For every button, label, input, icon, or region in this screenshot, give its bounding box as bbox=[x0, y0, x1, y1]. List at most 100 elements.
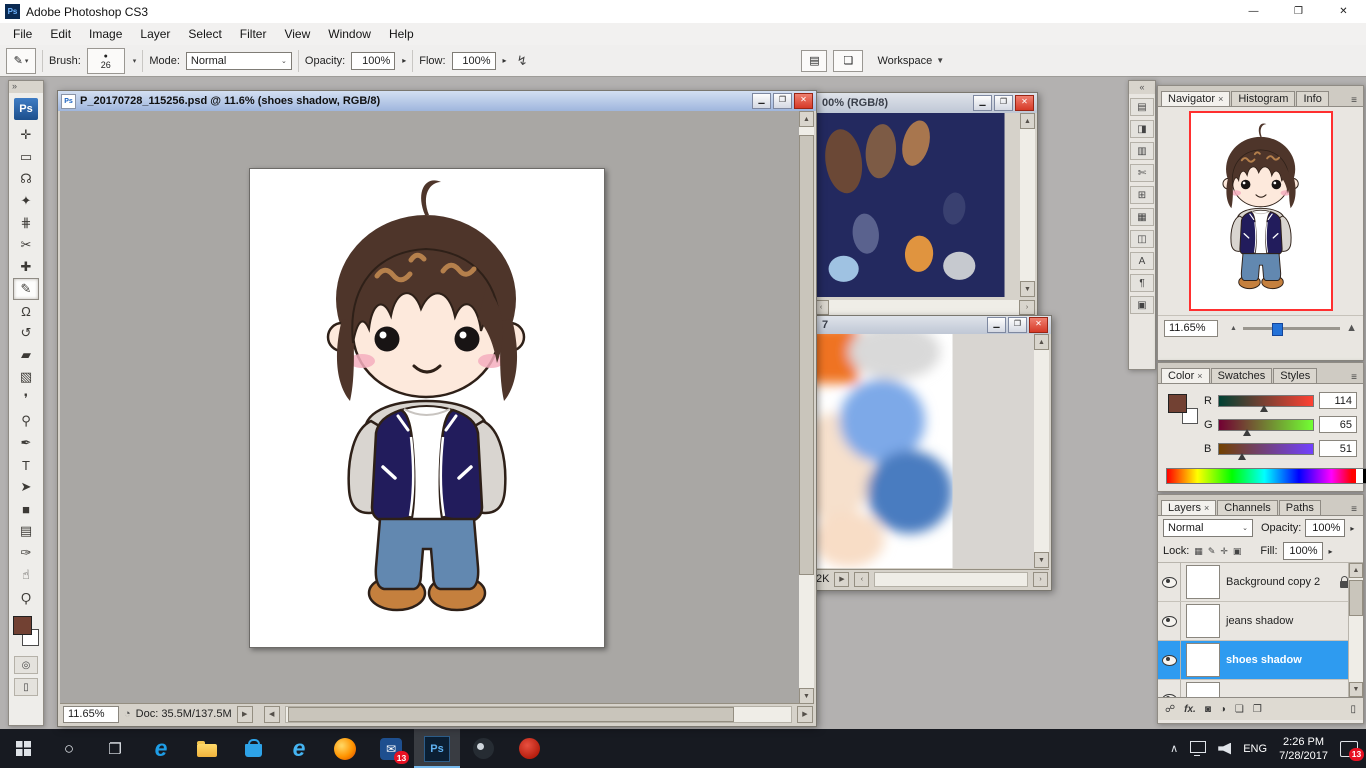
dock-panel-icon-7[interactable]: ◫ bbox=[1130, 230, 1154, 248]
scroll-up-icon[interactable]: ▲ bbox=[1349, 563, 1363, 578]
blue-slider[interactable] bbox=[1218, 443, 1314, 455]
toggle-palette-button[interactable]: ▤ bbox=[801, 50, 827, 72]
language-indicator[interactable]: ENG bbox=[1243, 743, 1267, 755]
steam-button[interactable] bbox=[460, 729, 506, 768]
doc3-titlebar[interactable]: 7 ▁ ❐ ✕ bbox=[811, 316, 1051, 334]
layer-thumbnail[interactable] bbox=[1186, 682, 1220, 697]
tab-navigator[interactable]: Navigator × bbox=[1161, 91, 1230, 106]
minimize-button[interactable]: — bbox=[1231, 0, 1276, 23]
layer-opacity-input[interactable]: 100% bbox=[1305, 519, 1345, 537]
zoom-tool-button[interactable]: Ϙ bbox=[13, 586, 39, 608]
canvas[interactable] bbox=[249, 168, 605, 648]
dock-panel-icon-3[interactable]: ▥ bbox=[1130, 142, 1154, 160]
brush-tool-button[interactable]: ✎ bbox=[13, 278, 39, 300]
quick-mask-button[interactable]: ◎ bbox=[14, 656, 38, 674]
lock-all-icon[interactable]: ▣ bbox=[1233, 546, 1242, 557]
close-button[interactable]: ✕ bbox=[1321, 0, 1366, 23]
navigator-zoom-input[interactable]: 11.65% bbox=[1164, 320, 1218, 337]
navigator-zoom-slider[interactable] bbox=[1243, 327, 1340, 330]
zoom-level-input[interactable]: 11.65% bbox=[63, 706, 119, 723]
layer-fill-input[interactable]: 100% bbox=[1283, 542, 1323, 560]
scroll-up-icon[interactable]: ▲ bbox=[1020, 113, 1035, 129]
layer-thumbnail[interactable] bbox=[1186, 604, 1220, 638]
menu-view[interactable]: View bbox=[275, 27, 319, 41]
brush-preset-picker[interactable]: ● 26 bbox=[87, 48, 125, 74]
layer-row-jeans-shadow[interactable]: jeans shadow bbox=[1158, 602, 1363, 641]
doc2-canvas[interactable] bbox=[813, 113, 1005, 297]
layer-visibility-toggle[interactable] bbox=[1158, 602, 1181, 640]
flow-input[interactable]: 100% bbox=[452, 52, 496, 70]
layer-row-partial[interactable] bbox=[1158, 680, 1363, 697]
slider-thumb[interactable] bbox=[1272, 323, 1283, 336]
status-menu-arrow[interactable]: ▶ bbox=[237, 706, 253, 723]
tab-color[interactable]: Color × bbox=[1161, 368, 1210, 383]
doc2-horizontal-scrollbar[interactable]: ‹ › bbox=[813, 300, 1035, 315]
photoshop-taskbar-button[interactable]: Ps bbox=[414, 729, 460, 768]
menu-filter[interactable]: Filter bbox=[231, 27, 276, 41]
green-slider[interactable] bbox=[1218, 419, 1314, 431]
scroll-left-icon[interactable]: ‹ bbox=[854, 572, 869, 587]
layer-style-icon[interactable]: fx. bbox=[1184, 704, 1196, 715]
workspace-button[interactable]: Workspace ▼ bbox=[877, 55, 944, 67]
lock-transparency-icon[interactable]: ▦ bbox=[1194, 546, 1203, 557]
opacity-slider-arrow[interactable]: ▸ bbox=[402, 56, 406, 65]
file-explorer-button[interactable] bbox=[184, 729, 230, 768]
tab-styles[interactable]: Styles bbox=[1273, 368, 1317, 383]
foreground-color-swatch[interactable] bbox=[13, 616, 32, 635]
tab-layers[interactable]: Layers × bbox=[1161, 500, 1216, 515]
menu-select[interactable]: Select bbox=[179, 27, 230, 41]
pen-tool-button[interactable]: ✒ bbox=[13, 432, 39, 454]
layers-scrollbar[interactable]: ▲ ▼ bbox=[1348, 563, 1363, 697]
eyedropper-tool-button[interactable]: ✑ bbox=[13, 542, 39, 564]
new-layer-icon[interactable]: ❐ bbox=[1253, 704, 1262, 715]
dock-panel-icon-5[interactable]: ⊞ bbox=[1130, 186, 1154, 204]
shape-tool-button[interactable]: ■ bbox=[13, 498, 39, 520]
slider-thumb[interactable] bbox=[1243, 429, 1251, 436]
doc2-vertical-scrollbar[interactable]: ▲ ▼ bbox=[1020, 113, 1035, 297]
quick-selection-tool-button[interactable]: ✦ bbox=[13, 190, 39, 212]
tab-paths[interactable]: Paths bbox=[1279, 500, 1321, 515]
maximize-button[interactable]: ❐ bbox=[1276, 0, 1321, 23]
link-layers-icon[interactable]: ☍ bbox=[1165, 704, 1175, 715]
lasso-tool-button[interactable]: ☊ bbox=[13, 168, 39, 190]
eraser-tool-button[interactable]: ▰ bbox=[13, 344, 39, 366]
layer-thumbnail[interactable] bbox=[1186, 643, 1220, 677]
scroll-up-icon[interactable]: ▲ bbox=[799, 111, 814, 127]
status-menu-arrow[interactable]: ▶ bbox=[834, 572, 849, 587]
scroll-up-icon[interactable]: ▲ bbox=[1034, 334, 1049, 350]
doc-close-button[interactable]: ✕ bbox=[794, 93, 813, 109]
doc2-titlebar[interactable]: 00% (RGB/8) ▁ ❐ ✕ bbox=[811, 93, 1037, 113]
action-center-button[interactable]: 13 bbox=[1340, 741, 1358, 757]
type-tool-button[interactable]: T bbox=[13, 454, 39, 476]
move-tool-button[interactable]: ✛ bbox=[13, 124, 39, 146]
slider-thumb[interactable] bbox=[1260, 405, 1268, 412]
tray-expand-icon[interactable]: ∧ bbox=[1170, 742, 1178, 755]
navigator-view-box[interactable] bbox=[1189, 111, 1333, 311]
character-panel-icon[interactable]: A bbox=[1130, 252, 1154, 270]
tab-swatches[interactable]: Swatches bbox=[1211, 368, 1273, 383]
mail-button[interactable]: ✉ 13 bbox=[368, 729, 414, 768]
tab-channels[interactable]: Channels bbox=[1217, 500, 1277, 515]
doc3-vertical-scrollbar[interactable]: ▲ ▼ bbox=[1034, 334, 1049, 568]
zoom-out-icon[interactable]: ▲ bbox=[1230, 325, 1237, 332]
layer-row-shoes-shadow[interactable]: shoes shadow bbox=[1158, 641, 1363, 680]
blue-value-input[interactable]: 51 bbox=[1319, 440, 1357, 457]
scroll-right-icon[interactable]: › bbox=[1019, 300, 1035, 315]
red-slider[interactable] bbox=[1218, 395, 1314, 407]
search-button[interactable]: ○ bbox=[46, 729, 92, 768]
red-value-input[interactable]: 114 bbox=[1319, 392, 1357, 409]
panel-menu-icon[interactable]: ≡ bbox=[1348, 95, 1360, 106]
tab-info[interactable]: Info bbox=[1296, 91, 1328, 106]
tab-histogram[interactable]: Histogram bbox=[1231, 91, 1295, 106]
edge-taskbar-button[interactable]: e bbox=[138, 729, 184, 768]
scroll-left-icon[interactable]: ◀ bbox=[264, 706, 280, 723]
blur-tool-button[interactable]: ❜ bbox=[13, 388, 39, 410]
flow-slider-arrow[interactable]: ▸ bbox=[503, 56, 507, 65]
layer-visibility-toggle[interactable] bbox=[1158, 563, 1181, 601]
hand-tool-button[interactable]: ☝ bbox=[13, 564, 39, 586]
slider-thumb[interactable] bbox=[1238, 453, 1246, 460]
clock[interactable]: 2:26 PM 7/28/2017 bbox=[1279, 735, 1328, 763]
screen-mode-button[interactable]: ▯ bbox=[14, 678, 38, 696]
doc-restore-button[interactable]: ❐ bbox=[773, 93, 792, 109]
internet-explorer-button[interactable]: e bbox=[276, 729, 322, 768]
